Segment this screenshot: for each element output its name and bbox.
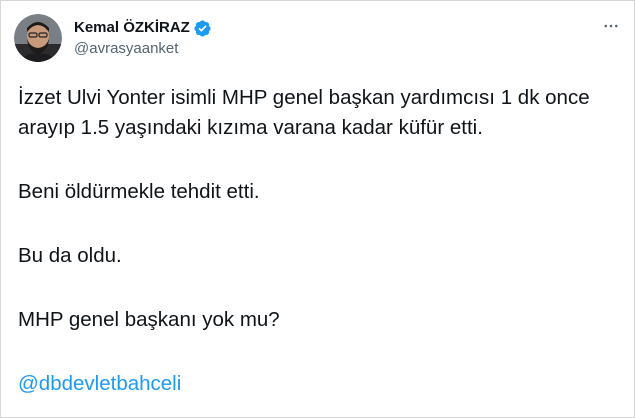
tweet-paragraph-4: MHP genel başkanı yok mu? bbox=[18, 308, 280, 331]
display-name[interactable]: Kemal ÖZKİRAZ bbox=[74, 19, 190, 37]
tweet-paragraph-1: İzzet Ulvi Yonter isimli MHP genel başka… bbox=[18, 86, 590, 139]
more-options-icon[interactable] bbox=[601, 16, 621, 36]
mention-link[interactable]: @dbdevletbahceli bbox=[18, 372, 181, 395]
mention-paragraph: @dbdevletbahceli bbox=[18, 369, 617, 399]
tweet-paragraph-2: Beni öldürmekle tehdit etti. bbox=[18, 180, 260, 203]
tweet-card: Kemal ÖZKİRAZ @avrasyaanket İzzet Ulvi Y… bbox=[0, 0, 635, 418]
verified-badge-icon bbox=[193, 19, 212, 38]
tweet-header: Kemal ÖZKİRAZ @avrasyaanket bbox=[14, 14, 621, 62]
tweet-text: İzzet Ulvi Yonter isimli MHP genel başka… bbox=[18, 83, 617, 399]
avatar[interactable] bbox=[14, 14, 62, 62]
user-handle[interactable]: @avrasyaanket bbox=[74, 40, 212, 58]
name-row: Kemal ÖZKİRAZ bbox=[74, 19, 212, 38]
tweet-paragraph-3: Bu da oldu. bbox=[18, 244, 122, 267]
profile-photo-icon bbox=[14, 14, 62, 62]
user-info: Kemal ÖZKİRAZ @avrasyaanket bbox=[74, 19, 212, 58]
